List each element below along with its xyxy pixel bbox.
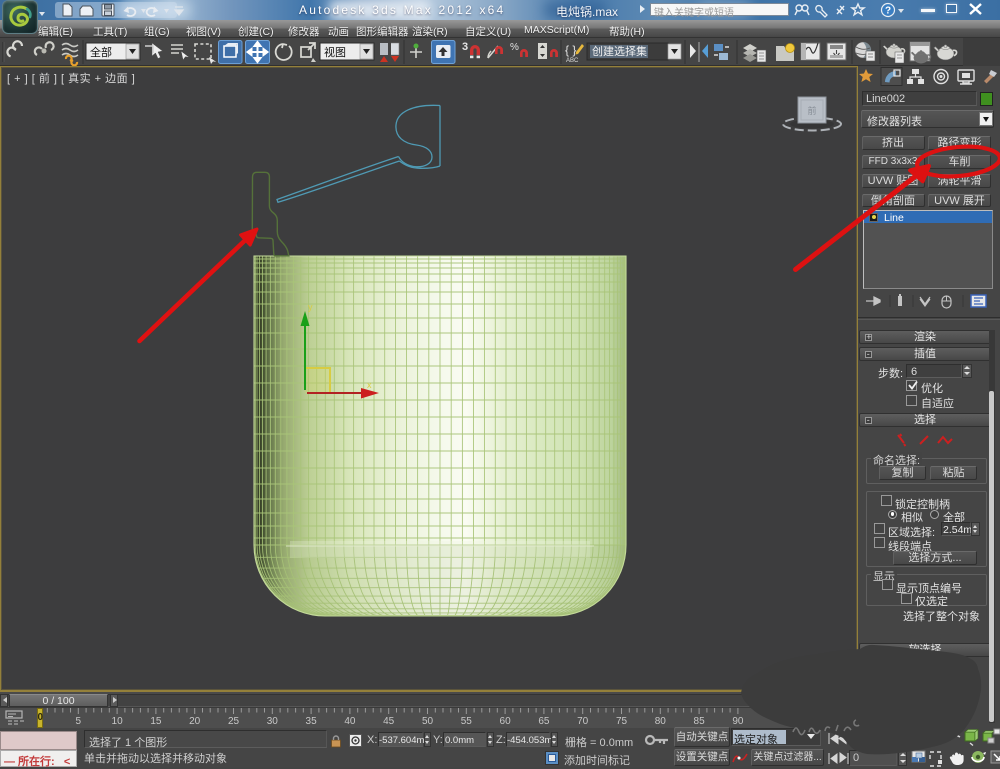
svg-text:50: 50 bbox=[422, 716, 434, 727]
svg-text:ABC: ABC bbox=[566, 58, 579, 64]
svg-text:全部: 全部 bbox=[90, 45, 112, 59]
svg-text:55: 55 bbox=[461, 716, 473, 727]
svg-text:?: ? bbox=[885, 6, 891, 17]
svg-text:25: 25 bbox=[228, 716, 240, 727]
svg-text:x: x bbox=[367, 380, 372, 390]
svg-text:y: y bbox=[308, 302, 313, 312]
svg-text:视图: 视图 bbox=[324, 45, 346, 59]
svg-text:10: 10 bbox=[112, 716, 124, 727]
svg-text:45: 45 bbox=[383, 716, 395, 727]
svg-text:20: 20 bbox=[189, 716, 201, 727]
svg-text:5: 5 bbox=[76, 716, 82, 727]
svg-text:60: 60 bbox=[500, 716, 512, 727]
svg-text:35: 35 bbox=[306, 716, 318, 727]
svg-text:85: 85 bbox=[694, 716, 706, 727]
svg-text:80: 80 bbox=[655, 716, 667, 727]
svg-text:{ }: { } bbox=[565, 43, 576, 57]
svg-text:65: 65 bbox=[538, 716, 550, 727]
svg-text:3: 3 bbox=[462, 41, 468, 53]
svg-text:70: 70 bbox=[577, 716, 589, 727]
svg-text:75: 75 bbox=[616, 716, 628, 727]
svg-text:30: 30 bbox=[267, 716, 279, 727]
svg-text:创建选择集: 创建选择集 bbox=[592, 44, 647, 58]
svg-text:40: 40 bbox=[344, 716, 356, 727]
svg-text:15: 15 bbox=[150, 716, 162, 727]
svg-text:前: 前 bbox=[807, 105, 816, 116]
svg-text:%: % bbox=[510, 42, 519, 53]
